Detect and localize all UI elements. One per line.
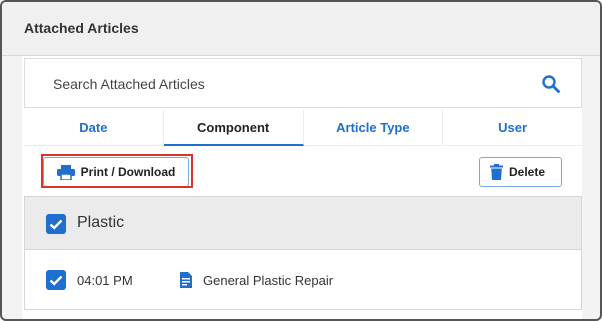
tab-date[interactable]: Date — [24, 110, 164, 146]
page-title: Attached Articles — [24, 20, 139, 36]
tab-article-type[interactable]: Article Type — [303, 110, 444, 146]
panel-header: Attached Articles — [2, 2, 600, 56]
item-checkbox[interactable] — [46, 270, 66, 290]
delete-label: Delete — [509, 165, 546, 179]
articles-panel: Date Component Article Type User Print /… — [22, 56, 582, 319]
printer-icon — [56, 164, 75, 180]
article-group: Plastic 04:01 PM General Plastic Repair — [24, 196, 582, 310]
attached-articles-window: Attached Articles Date Component Article… — [0, 0, 602, 321]
group-checkbox[interactable] — [46, 214, 66, 234]
print-download-button[interactable]: Print / Download — [43, 157, 189, 187]
group-header: Plastic — [25, 197, 581, 250]
trash-icon — [490, 164, 503, 180]
checkmark-icon — [49, 275, 63, 286]
search-bar — [24, 58, 582, 108]
item-title[interactable]: General Plastic Repair — [203, 273, 333, 288]
sort-tabs: Date Component Article Type User — [24, 110, 582, 146]
print-download-label: Print / Download — [80, 165, 176, 179]
search-icon[interactable] — [541, 74, 561, 94]
tab-user[interactable]: User — [443, 110, 582, 146]
list-item: 04:01 PM General Plastic Repair — [25, 251, 581, 309]
tab-component[interactable]: Component — [163, 110, 304, 146]
checkmark-icon — [49, 219, 63, 230]
group-label: Plastic — [77, 214, 125, 231]
delete-button[interactable]: Delete — [479, 157, 562, 187]
item-time: 04:01 PM — [77, 273, 133, 288]
search-input[interactable] — [53, 73, 523, 95]
document-icon — [180, 272, 192, 288]
